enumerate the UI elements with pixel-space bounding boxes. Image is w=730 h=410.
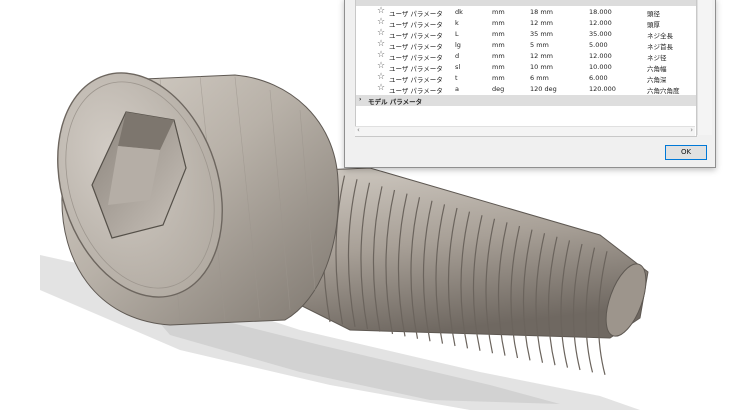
- cell-name: t: [455, 74, 458, 82]
- cell-unit: mm: [492, 19, 505, 27]
- table-header-strip: [356, 0, 696, 6]
- star-outline-icon[interactable]: ☆: [377, 6, 385, 16]
- cell-comment[interactable]: ネジ首長: [647, 41, 673, 51]
- star-outline-icon[interactable]: ☆: [377, 28, 385, 38]
- ok-button[interactable]: OK: [665, 145, 707, 160]
- cell-expression[interactable]: 6 mm: [530, 74, 549, 82]
- cell-unit: deg: [492, 85, 505, 93]
- cell-value: 12.000: [589, 19, 612, 27]
- cell-comment[interactable]: ネジ径: [647, 52, 667, 62]
- cell-unit: mm: [492, 74, 505, 82]
- table-row[interactable]: ☆ ユーザ パラメータ Lmm 35 mm 35.000 ネジ全長: [356, 28, 696, 40]
- cell-expression[interactable]: 12 mm: [530, 19, 553, 27]
- cell-value: 18.000: [589, 8, 612, 16]
- cell-value: 120.000: [589, 85, 616, 93]
- scroll-left-icon[interactable]: ‹: [357, 126, 360, 134]
- chevron-right-icon[interactable]: ›: [359, 96, 361, 103]
- scroll-right-icon[interactable]: ›: [690, 126, 693, 134]
- table-row[interactable]: ☆ ユーザ パラメータ d mm 12 mm 12.000 ネジ径: [356, 50, 696, 62]
- cell-comment[interactable]: ネジ全長: [647, 30, 673, 40]
- cell-type: ユーザ パラメータ: [389, 76, 443, 84]
- star-outline-icon[interactable]: ☆: [377, 61, 385, 71]
- cell-type: ユーザ パラメータ: [389, 21, 443, 29]
- cell-name: dk: [455, 8, 463, 16]
- cell-type: ユーザ パラメータ: [389, 65, 443, 73]
- cell-name: lg: [455, 41, 461, 49]
- cell-comment[interactable]: 頭厚: [647, 19, 660, 29]
- cell-name: L: [455, 30, 459, 38]
- table-row[interactable]: ☆ ユーザ パラメータ t mm 6 mm 6.000 六角深: [356, 72, 696, 84]
- cell-value: 6.000: [589, 74, 608, 82]
- model-parameters-group[interactable]: › モデル パラメータ: [356, 95, 696, 106]
- group-label: モデル パラメータ: [368, 98, 423, 106]
- cell-name: sl: [455, 63, 461, 71]
- table-row[interactable]: ☆ ユーザ パラメータ sl mm 10 mm 10.000 六角幅: [356, 61, 696, 73]
- cell-comment[interactable]: 六角幅: [647, 63, 667, 73]
- cell-type: ユーザ パラメータ: [389, 54, 443, 62]
- table-row[interactable]: ☆ ユーザ パラメータ dk mm 18 mm 18.000 頭径: [356, 6, 696, 18]
- cell-value: 10.000: [589, 63, 612, 71]
- star-outline-icon[interactable]: ☆: [377, 83, 385, 93]
- horizontal-scrollbar[interactable]: ‹ ›: [355, 126, 695, 136]
- cell-unit: mm: [492, 30, 505, 38]
- cell-expression[interactable]: 18 mm: [530, 8, 553, 16]
- parameters-table: ☆ ユーザ パラメータ dk mm 18 mm 18.000 頭径 ☆ ユーザ パラメータ k mm…: [355, 0, 697, 137]
- cell-expression[interactable]: 120 deg: [530, 85, 557, 93]
- table-row[interactable]: ☆ ユーザ パラメータ a deg 120 deg 120.000 六角穴角度: [356, 83, 696, 95]
- cell-name: a: [455, 85, 459, 93]
- cell-name: k: [455, 19, 459, 27]
- cell-type: ユーザ パラメータ: [389, 10, 443, 18]
- cell-type: ユーザ パラメータ: [389, 43, 443, 51]
- table-row[interactable]: ☆ ユーザ パラメータ k mm 12 mm 12.000 頭厚: [356, 17, 696, 29]
- cell-expression[interactable]: 10 mm: [530, 63, 553, 71]
- vertical-scrollbar[interactable]: [697, 0, 712, 135]
- cell-type: ユーザ パラメータ: [389, 87, 443, 95]
- cell-type: ユーザ パラメータ: [389, 32, 443, 40]
- star-outline-icon[interactable]: ☆: [377, 17, 385, 27]
- cell-value: 12.000: [589, 52, 612, 60]
- cell-unit: mm: [492, 52, 505, 60]
- cell-expression[interactable]: 5 mm: [530, 41, 549, 49]
- table-row[interactable]: ☆ ユーザ パラメータ lg mm 5 mm 5.000 ネジ首長: [356, 39, 696, 51]
- cell-comment[interactable]: 頭径: [647, 8, 660, 18]
- star-outline-icon[interactable]: ☆: [377, 72, 385, 82]
- cell-name: d: [455, 52, 460, 60]
- cell-value: 35.000: [589, 30, 612, 38]
- star-outline-icon[interactable]: ☆: [377, 50, 385, 60]
- cell-unit: mm: [492, 41, 505, 49]
- cell-comment[interactable]: 六角深: [647, 74, 667, 84]
- cell-unit: mm: [492, 8, 505, 16]
- star-outline-icon[interactable]: ☆: [377, 39, 385, 49]
- cell-expression[interactable]: 12 mm: [530, 52, 553, 60]
- cell-comment[interactable]: 六角穴角度: [647, 85, 680, 95]
- cell-value: 5.000: [589, 41, 608, 49]
- cell-unit: mm: [492, 63, 505, 71]
- cell-expression[interactable]: 35 mm: [530, 30, 553, 38]
- parameters-dialog: ☆ ユーザ パラメータ dk mm 18 mm 18.000 頭径 ☆ ユーザ パラメータ k mm…: [344, 0, 716, 168]
